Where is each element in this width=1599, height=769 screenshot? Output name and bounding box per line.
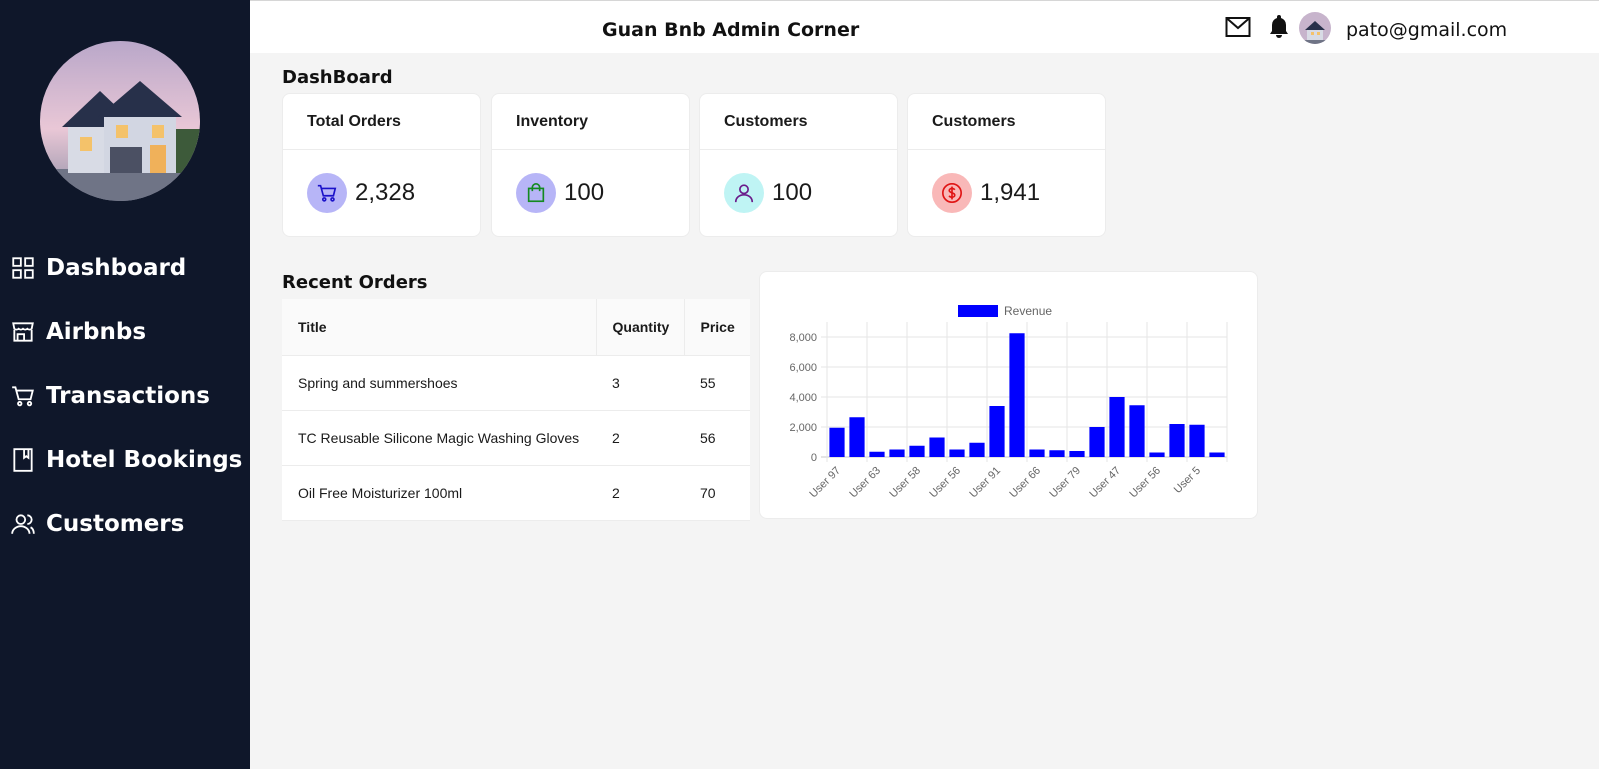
- legend-swatch: [958, 305, 998, 317]
- card-title: Total Orders: [283, 94, 480, 150]
- store-icon: [12, 322, 34, 342]
- mail-icon[interactable]: [1225, 16, 1251, 38]
- chart-bar: [889, 449, 905, 457]
- x-tick-label: User 56: [927, 465, 963, 501]
- recent-orders-title: Recent Orders: [282, 272, 428, 293]
- recent-orders-table: Title Quantity Price Spring and summersh…: [282, 299, 750, 521]
- x-tick-label: User 79: [1047, 465, 1083, 501]
- chart-bar: [1189, 424, 1205, 457]
- sidebar-nav: Dashboard Airbnbs Transactions Hotel Boo…: [0, 236, 250, 556]
- card-value: 2,328: [355, 179, 416, 206]
- table-row[interactable]: TC Reusable Silicone Magic Washing Glove…: [282, 410, 750, 466]
- bell-icon[interactable]: [1268, 14, 1290, 39]
- x-tick-label: User 58: [887, 465, 923, 501]
- chart-bar: [1089, 427, 1105, 457]
- sidebar-item-label: Transactions: [46, 383, 210, 409]
- sidebar-item-airbnbs[interactable]: Airbnbs: [0, 300, 250, 364]
- user-email[interactable]: pato@gmail.com: [1346, 19, 1507, 41]
- table-row[interactable]: Spring and summershoes 3 55: [282, 355, 750, 411]
- chart-bar: [1069, 451, 1085, 457]
- x-tick-label: User 5: [1172, 465, 1203, 496]
- dollar-icon: [932, 173, 972, 213]
- cart-icon: [12, 386, 34, 407]
- stat-card-revenue: Customers 1,941: [907, 93, 1106, 237]
- column-header-price[interactable]: Price: [683, 299, 750, 356]
- sidebar: Dashboard Airbnbs Transactions Hotel Boo…: [0, 0, 250, 769]
- chart-bar: [969, 442, 985, 457]
- legend-label: Revenue: [1004, 304, 1052, 318]
- chart-bar: [1149, 452, 1165, 457]
- book-icon: [13, 448, 33, 472]
- card-value: 100: [564, 179, 605, 206]
- user-icon: [724, 173, 764, 213]
- chart-bar: [909, 445, 925, 457]
- chart-bar: [829, 427, 845, 457]
- top-bar: Guan Bnb Admin Corner pato@gmail.com: [250, 0, 1599, 53]
- sidebar-item-label: Airbnbs: [46, 319, 147, 345]
- stat-card-inventory: Inventory 100: [491, 93, 690, 237]
- card-title: Customers: [700, 94, 897, 150]
- chart-bar: [1209, 452, 1225, 457]
- stat-card-customers: Customers 100: [699, 93, 898, 237]
- sidebar-item-label: Hotel Bookings: [46, 447, 243, 473]
- chart-bar: [1009, 333, 1025, 457]
- x-tick-label: User 56: [1127, 465, 1163, 501]
- y-tick-label: 4,000: [789, 392, 817, 404]
- sidebar-item-label: Dashboard: [46, 255, 187, 281]
- chart-bar: [1129, 405, 1145, 457]
- chart-bar: [1109, 397, 1125, 457]
- x-tick-label: User 91: [967, 465, 1003, 501]
- card-value: 1,941: [980, 179, 1041, 206]
- shopping-bag-icon: [516, 173, 556, 213]
- chart-bar: [929, 437, 945, 457]
- y-tick-label: 0: [811, 452, 817, 464]
- app-title: Guan Bnb Admin Corner: [602, 19, 860, 41]
- order-price: 56: [684, 410, 750, 466]
- page-title: DashBoard: [282, 67, 393, 88]
- user-avatar[interactable]: [1299, 12, 1331, 44]
- x-tick-label: User 47: [1087, 465, 1123, 501]
- card-value: 100: [772, 179, 813, 206]
- order-quantity: 2: [596, 465, 684, 521]
- card-title: Inventory: [492, 94, 689, 150]
- x-tick-label: User 97: [807, 465, 843, 501]
- y-tick-label: 6,000: [789, 362, 817, 374]
- house-logo: [40, 41, 200, 201]
- sidebar-item-customers[interactable]: Customers: [0, 492, 250, 556]
- y-tick-label: 8,000: [789, 332, 817, 344]
- sidebar-item-dashboard[interactable]: Dashboard: [0, 236, 250, 300]
- order-title: Oil Free Moisturizer 100ml: [282, 465, 596, 521]
- order-title: TC Reusable Silicone Magic Washing Glove…: [282, 410, 596, 466]
- column-header-quantity[interactable]: Quantity: [595, 299, 684, 356]
- card-title: Customers: [908, 94, 1105, 150]
- order-price: 70: [684, 465, 750, 521]
- x-tick-label: User 63: [847, 465, 883, 501]
- order-title: Spring and summershoes: [282, 355, 596, 411]
- chart-bar: [949, 449, 965, 457]
- x-tick-label: User 66: [1007, 465, 1043, 501]
- users-icon: [11, 514, 35, 534]
- chart-bar: [869, 451, 885, 457]
- sidebar-item-transactions[interactable]: Transactions: [0, 364, 250, 428]
- chart-bar: [989, 406, 1005, 457]
- stat-card-total-orders: Total Orders 2,328: [282, 93, 481, 237]
- sidebar-item-label: Customers: [46, 511, 185, 537]
- order-price: 55: [684, 355, 750, 411]
- table-header-row: Title Quantity Price: [282, 299, 750, 356]
- order-quantity: 3: [596, 355, 684, 411]
- chart-bar: [1029, 449, 1045, 457]
- revenue-chart-card: 0 2,000 4,000 6,000 8,000 User 97 User 63 User …: [759, 271, 1258, 519]
- cart-icon: [307, 173, 347, 213]
- revenue-chart: 02,0004,0006,0008,000User 97 User 63 User …: [789, 304, 1228, 501]
- chart-bar: [1049, 450, 1065, 457]
- sidebar-item-hotel-bookings[interactable]: Hotel Bookings: [0, 428, 250, 492]
- table-row[interactable]: Oil Free Moisturizer 100ml 2 70: [282, 465, 750, 521]
- order-quantity: 2: [596, 410, 684, 466]
- chart-bar: [849, 417, 865, 457]
- chart-bar: [1169, 424, 1185, 457]
- y-tick-label: 2,000: [789, 422, 817, 434]
- column-header-title[interactable]: Title: [282, 299, 596, 356]
- grid-icon: [12, 257, 34, 279]
